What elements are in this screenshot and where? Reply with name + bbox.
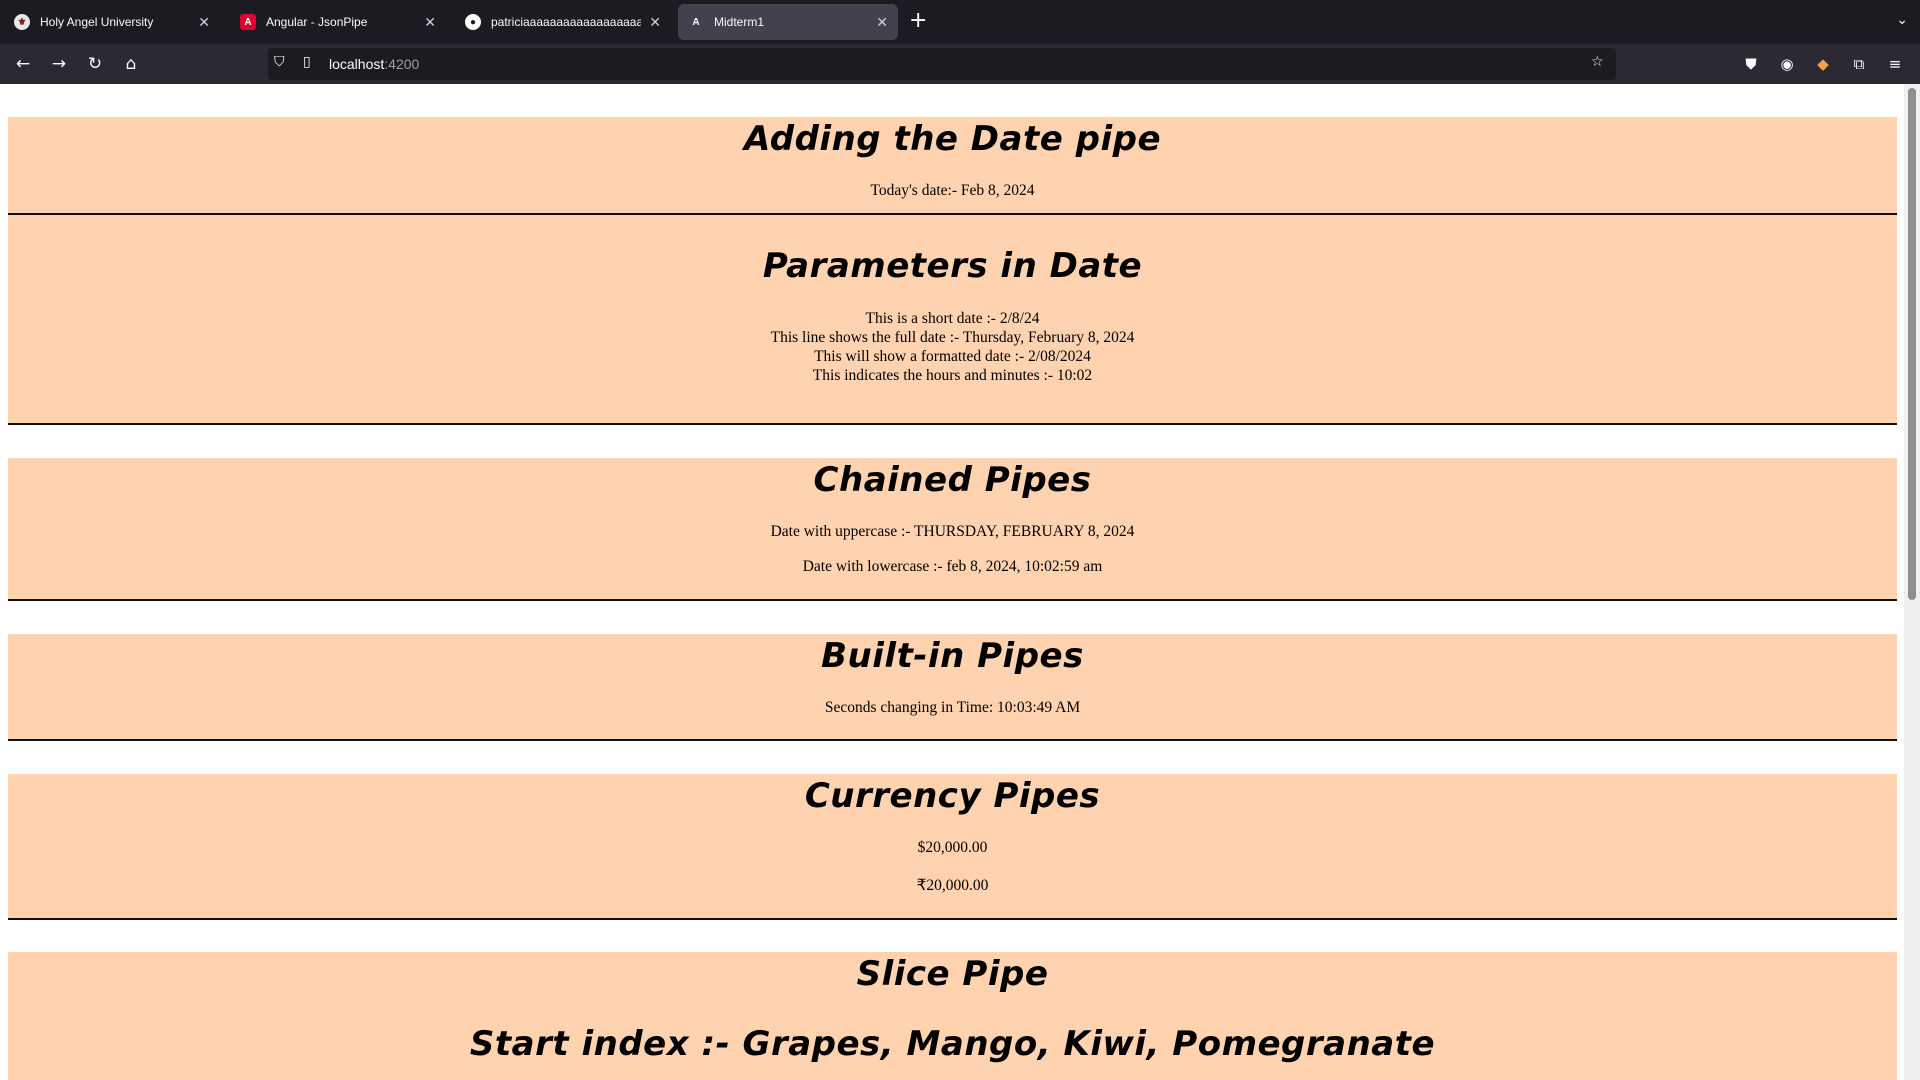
tab-strip: ⚜ Holy Angel University ✕ A Angular - Js… xyxy=(0,0,1920,44)
section-heading: Parameters in Date xyxy=(762,246,1143,286)
address-bar[interactable]: ⛉ ▯ localhost:4200 ☆ xyxy=(268,48,1616,80)
full-date-text: This line shows the full date :- Thursda… xyxy=(770,329,1135,346)
parameters-section: Parameters in Date This is a short date … xyxy=(8,215,1897,425)
shield-icon[interactable]: ⛉ xyxy=(274,54,285,70)
pocket-icon[interactable]: ⛊ xyxy=(1739,52,1763,76)
back-arrow-icon[interactable]: ← xyxy=(11,52,35,76)
short-date-text: This is a short date :- 2/8/24 xyxy=(865,310,1040,327)
home-icon[interactable]: ⌂ xyxy=(119,52,143,76)
tab-holy-angel-university[interactable]: ⚜ Holy Angel University ✕ xyxy=(4,4,220,40)
date-pipe-section: Adding the Date pipe Today's date:- Feb … xyxy=(8,117,1897,215)
page-info-icon[interactable]: ▯ xyxy=(303,54,311,70)
tab-angular-jsonpipe[interactable]: A Angular - JsonPipe ✕ xyxy=(230,4,446,40)
seconds-time-text: Seconds changing in Time: 10:03:49 AM xyxy=(824,699,1081,716)
section-heading: Currency Pipes xyxy=(804,776,1101,816)
builtin-pipes-section: Built-in Pipes Seconds changing in Time:… xyxy=(8,634,1897,741)
angular-favicon-icon: A xyxy=(688,14,704,30)
bookmark-star-icon[interactable]: ☆ xyxy=(1591,54,1604,70)
close-tab-icon[interactable]: ✕ xyxy=(649,14,661,31)
start-index-heading: Start index :- Grapes, Mango, Kiwi, Pome… xyxy=(469,1024,1436,1064)
close-tab-icon[interactable]: ✕ xyxy=(876,14,888,31)
section-heading: Slice Pipe xyxy=(856,954,1049,994)
tab-midterm1[interactable]: A Midterm1 ✕ xyxy=(678,4,898,40)
menu-icon[interactable]: ≡ xyxy=(1883,52,1907,76)
formatted-date-text: This will show a formatted date :- 2/08/… xyxy=(814,348,1091,365)
tab-github-repo[interactable]: ● patriciaaaaaaaaaaaaaaaaaaa/217 ✕ xyxy=(455,4,671,40)
forward-arrow-icon[interactable]: → xyxy=(47,52,71,76)
navigation-toolbar: ← → ↻ ⌂ ⛉ ▯ localhost:4200 ☆ ⛊ ◉ ◆ ⧉ ≡ xyxy=(0,44,1920,84)
github-favicon-icon: ● xyxy=(465,14,481,30)
metamask-fox-icon[interactable]: ◆ xyxy=(1811,52,1835,76)
list-all-tabs-button[interactable]: ⌄ xyxy=(1896,12,1908,28)
section-heading: Chained Pipes xyxy=(813,460,1092,500)
url-text[interactable]: localhost:4200 xyxy=(329,56,419,72)
usd-amount-text: $20,000.00 xyxy=(917,839,988,856)
reload-icon[interactable]: ↻ xyxy=(83,52,107,76)
uppercase-date-text: Date with uppercase :- THURSDAY, FEBRUAR… xyxy=(770,523,1135,540)
chained-pipes-section: Chained Pipes Date with uppercase :- THU… xyxy=(8,458,1897,601)
lowercase-date-text: Date with lowercase :- feb 8, 2024, 10:0… xyxy=(802,558,1103,575)
new-tab-button[interactable]: + xyxy=(909,9,927,33)
hours-minutes-text: This indicates the hours and minutes :- … xyxy=(812,367,1093,384)
currency-pipes-section: Currency Pipes $20,000.00 ₹20,000.00 xyxy=(8,774,1897,920)
section-heading: Adding the Date pipe xyxy=(743,119,1162,159)
scrollbar-thumb[interactable] xyxy=(1908,88,1916,600)
slice-pipe-section: Slice Pipe Start index :- Grapes, Mango,… xyxy=(8,952,1897,1080)
vertical-scrollbar[interactable] xyxy=(1904,84,1920,1080)
inr-amount-text: ₹20,000.00 xyxy=(916,877,989,894)
close-tab-icon[interactable]: ✕ xyxy=(424,14,436,31)
extensions-icon[interactable]: ⧉ xyxy=(1847,52,1871,76)
close-tab-icon[interactable]: ✕ xyxy=(198,14,210,31)
university-favicon-icon: ⚜ xyxy=(14,14,30,30)
angular-favicon-icon: A xyxy=(240,14,256,30)
account-icon[interactable]: ◉ xyxy=(1775,52,1799,76)
section-heading: Built-in Pipes xyxy=(821,636,1084,676)
page-viewport: Adding the Date pipe Today's date:- Feb … xyxy=(0,84,1904,1080)
todays-date-text: Today's date:- Feb 8, 2024 xyxy=(870,182,1035,199)
